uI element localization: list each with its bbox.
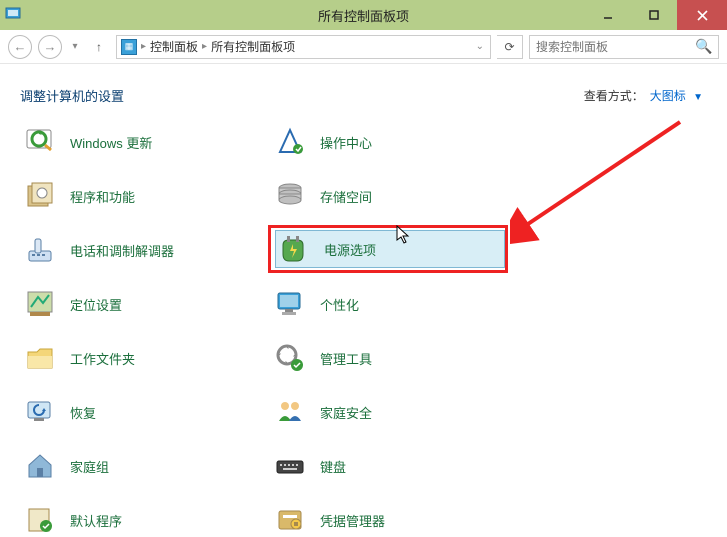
keyboard-icon [274,450,306,482]
navigation-bar: ← → ▾ ↑ ▦ ▸ 控制面板 ▸ 所有控制面板项 ⌄ ⟳ 🔍 [0,30,727,64]
default-programs-icon [24,504,56,536]
item-label: 恢复 [70,403,96,422]
item-label: 工作文件夹 [70,349,135,368]
search-input[interactable] [536,40,691,54]
item-programs[interactable]: 程序和功能 [22,179,272,213]
item-action-center[interactable]: 操作中心 [272,125,522,159]
item-label: 家庭组 [70,457,109,476]
item-power-options[interactable]: 电源选项 [275,230,505,268]
page-header: 调整计算机的设置 查看方式： 大图标 ▼ [0,64,727,113]
item-windows-update[interactable]: Windows 更新 [22,125,272,159]
item-credential-manager[interactable]: 凭据管理器 [272,503,522,537]
back-button[interactable]: ← [8,35,32,59]
programs-icon [24,180,56,212]
family-safety-icon [274,396,306,428]
search-box[interactable]: 🔍 [529,35,719,59]
breadcrumb-part[interactable]: 所有控制面板项 [211,38,295,55]
item-phone-modem[interactable]: 电话和调制解调器 [22,233,272,267]
item-location[interactable]: 定位设置 [22,287,272,321]
item-label: 操作中心 [320,133,372,152]
control-panel-window-icon [0,6,26,25]
chevron-down-icon: ▼ [693,92,703,103]
action-center-icon [274,126,306,158]
item-work-folders[interactable]: 工作文件夹 [22,341,272,375]
item-label: 程序和功能 [70,187,135,206]
item-label: 个性化 [320,295,359,314]
admin-tools-icon [274,342,306,374]
item-label: 管理工具 [320,349,372,368]
view-mode-dropdown[interactable]: 大图标 ▼ [650,87,703,104]
breadcrumb[interactable]: ▦ ▸ 控制面板 ▸ 所有控制面板项 ⌄ [116,35,491,59]
chevron-right-icon: ▸ [202,41,207,52]
view-label: 查看方式： [584,87,644,104]
recovery-icon [24,396,56,428]
close-button[interactable] [677,0,727,30]
maximize-button[interactable] [631,0,677,30]
window-title: 所有控制面板项 [318,6,409,25]
item-label: 电话和调制解调器 [70,241,174,260]
item-label: 存储空间 [320,187,372,206]
item-power-options-highlight: 电源选项 [272,233,522,267]
window-controls [585,0,727,30]
minimize-button[interactable] [585,0,631,30]
item-label: Windows 更新 [70,133,152,152]
storage-icon [274,180,306,212]
windows-update-icon [24,126,56,158]
item-label: 定位设置 [70,295,122,314]
item-family-safety[interactable]: 家庭安全 [272,395,522,429]
item-homegroup[interactable]: 家庭组 [22,449,272,483]
item-recovery[interactable]: 恢复 [22,395,272,429]
phone-modem-icon [24,234,56,266]
titlebar: 所有控制面板项 [0,0,727,30]
location-icon [24,288,56,320]
chevron-right-icon: ▸ [141,41,146,52]
breadcrumb-dropdown-icon[interactable]: ⌄ [476,41,484,52]
item-keyboard[interactable]: 键盘 [272,449,522,483]
up-button[interactable]: ↑ [88,36,110,58]
search-icon: 🔍 [691,38,712,55]
credential-manager-icon [274,504,306,536]
view-mode-value: 大图标 [650,89,686,103]
item-default-programs[interactable]: 默认程序 [22,503,272,537]
history-dropdown[interactable]: ▾ [68,41,82,52]
item-personalization[interactable]: 个性化 [272,287,522,321]
items-grid: Windows 更新 操作中心 程序和功能 存储空间 电话和调制解调器 [0,113,727,537]
refresh-button[interactable]: ⟳ [497,35,523,59]
item-label: 键盘 [320,457,346,476]
item-label: 家庭安全 [320,403,372,422]
homegroup-icon [24,450,56,482]
page-title: 调整计算机的设置 [20,86,124,105]
control-panel-icon: ▦ [121,39,137,55]
power-options-icon [278,233,310,265]
forward-button[interactable]: → [38,35,62,59]
work-folders-icon [24,342,56,374]
personalization-icon [274,288,306,320]
item-storage[interactable]: 存储空间 [272,179,522,213]
annotation-highlight: 电源选项 [268,225,508,273]
breadcrumb-part[interactable]: 控制面板 [150,38,198,55]
item-label: 电源选项 [324,240,376,259]
item-admin-tools[interactable]: 管理工具 [272,341,522,375]
